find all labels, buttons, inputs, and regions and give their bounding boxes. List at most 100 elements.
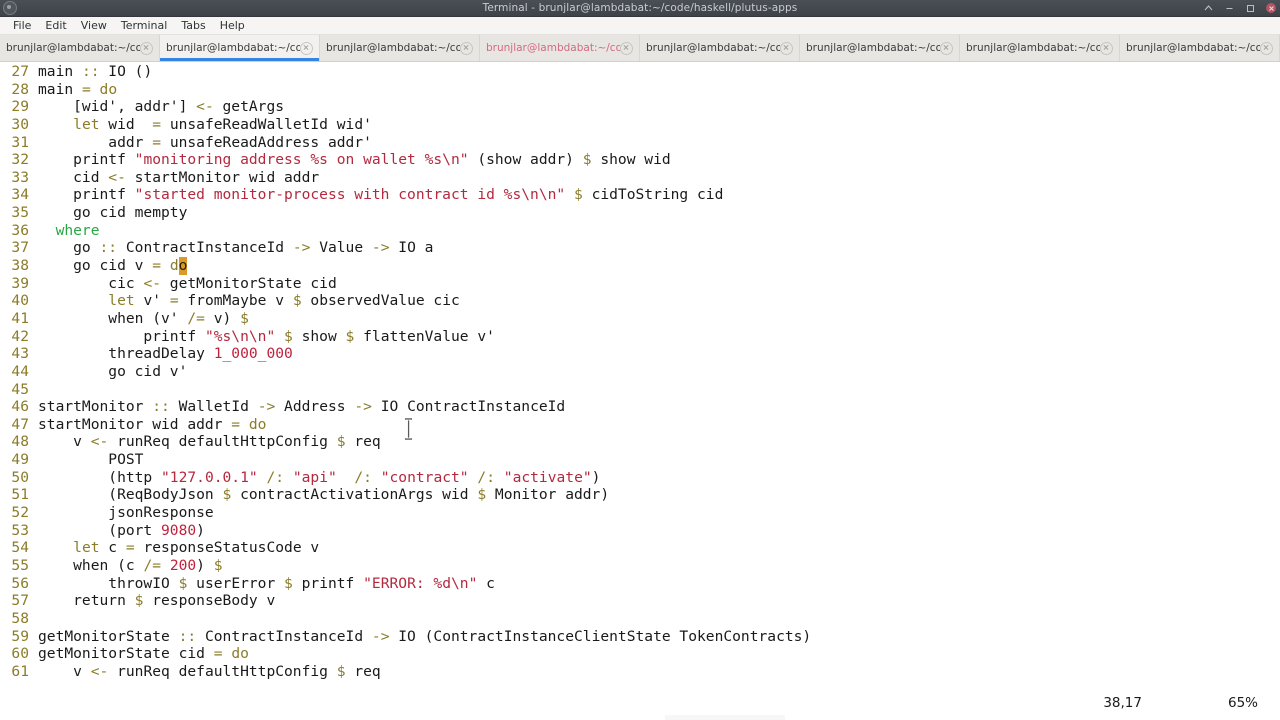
code-line-54: 54 let c = responseStatusCode v bbox=[0, 539, 1280, 557]
line-number: 29 bbox=[11, 98, 29, 116]
menu-file[interactable]: File bbox=[6, 17, 38, 34]
menu-tabs[interactable]: Tabs bbox=[174, 17, 212, 34]
bottom-sliver bbox=[665, 715, 785, 720]
code-line-43: 43 threadDelay 1_000_000 bbox=[0, 345, 1280, 363]
code-line-55: 55 when (c /= 200) $ bbox=[0, 557, 1280, 575]
terminal-tab-2[interactable]: brunjlar@lambdabat:~/co... bbox=[160, 35, 320, 61]
line-number: 34 bbox=[11, 186, 29, 204]
line-number: 33 bbox=[11, 168, 29, 186]
code-line-41: 41 when (v' /= v) $ bbox=[0, 310, 1280, 328]
shade-button[interactable] bbox=[1203, 3, 1214, 14]
line-number: 47 bbox=[11, 415, 29, 433]
code-line-40: 40 let v' = fromMaybe v $ observedValue … bbox=[0, 292, 1280, 310]
code-line-58: 58 bbox=[0, 610, 1280, 628]
line-number: 31 bbox=[11, 133, 29, 151]
status-bar: 38,17 65% bbox=[0, 686, 1280, 720]
code-line-36: 36 where bbox=[0, 222, 1280, 240]
tab-close-icon[interactable] bbox=[780, 41, 793, 55]
line-number: 35 bbox=[11, 204, 29, 222]
code-line-48: 48 v <- runReq defaultHttpConfig $ req bbox=[0, 433, 1280, 451]
code-line-34: 34 printf "started monitor-process with … bbox=[0, 186, 1280, 204]
code-line-57: 57 return $ responseBody v bbox=[0, 592, 1280, 610]
line-number: 28 bbox=[11, 80, 29, 98]
line-number: 39 bbox=[11, 274, 29, 292]
tab-label: brunjlar@lambdabat:~/co... bbox=[1126, 42, 1260, 54]
tab-close-icon[interactable] bbox=[460, 41, 473, 55]
terminal-tab-5[interactable]: brunjlar@lambdabat:~/co... bbox=[640, 35, 800, 61]
line-number: 59 bbox=[11, 627, 29, 645]
code-line-44: 44 go cid v' bbox=[0, 363, 1280, 381]
terminal-icon bbox=[3, 1, 17, 15]
code-line-61: 61 v <- runReq defaultHttpConfig $ req bbox=[0, 663, 1280, 681]
title-bar[interactable]: Terminal - brunjlar@lambdabat:~/code/has… bbox=[0, 0, 1280, 17]
terminal-tab-6[interactable]: brunjlar@lambdabat:~/co... bbox=[800, 35, 960, 61]
line-number: 55 bbox=[11, 556, 29, 574]
code-line-38: 38 go cid v = do bbox=[0, 257, 1280, 275]
menu-help[interactable]: Help bbox=[213, 17, 252, 34]
tab-close-icon[interactable] bbox=[1260, 41, 1273, 55]
code-line-52: 52 jsonResponse bbox=[0, 504, 1280, 522]
minimize-button[interactable] bbox=[1224, 3, 1235, 14]
code-line-49: 49 POST bbox=[0, 451, 1280, 469]
line-number: 42 bbox=[11, 327, 29, 345]
menu-bar: File Edit View Terminal Tabs Help bbox=[0, 17, 1280, 35]
tab-close-icon[interactable] bbox=[140, 41, 153, 55]
line-number: 56 bbox=[11, 574, 29, 592]
tab-close-icon[interactable] bbox=[940, 41, 953, 55]
menu-terminal[interactable]: Terminal bbox=[114, 17, 175, 34]
cursor-position: 38,17 bbox=[1103, 695, 1142, 711]
line-number: 40 bbox=[11, 292, 29, 310]
code-line-56: 56 throwIO $ userError $ printf "ERROR: … bbox=[0, 575, 1280, 593]
line-number: 60 bbox=[11, 645, 29, 663]
window-controls bbox=[1203, 0, 1276, 16]
line-number: 49 bbox=[11, 451, 29, 469]
terminal-tab-7[interactable]: brunjlar@lambdabat:~/co... bbox=[960, 35, 1120, 61]
line-number: 36 bbox=[11, 221, 29, 239]
code-line-33: 33 cid <- startMonitor wid addr bbox=[0, 169, 1280, 187]
line-number: 58 bbox=[11, 609, 29, 627]
tab-label: brunjlar@lambdabat:~/co... bbox=[6, 42, 140, 54]
code-line-45: 45 bbox=[0, 381, 1280, 399]
code-line-42: 42 printf "%s\n\n" $ show $ flattenValue… bbox=[0, 328, 1280, 346]
menu-edit[interactable]: Edit bbox=[38, 17, 73, 34]
code-line-50: 50 (http "127.0.0.1" /: "api" /: "contra… bbox=[0, 469, 1280, 487]
tab-close-icon[interactable] bbox=[620, 41, 633, 55]
tab-close-icon[interactable] bbox=[1100, 41, 1113, 55]
close-button[interactable] bbox=[1266, 3, 1276, 13]
code-line-47: 47 startMonitor wid addr = do bbox=[0, 416, 1280, 434]
line-number: 27 bbox=[11, 63, 29, 80]
line-number: 50 bbox=[11, 468, 29, 486]
code-line-35: 35 go cid mempty bbox=[0, 204, 1280, 222]
terminal-tab-4[interactable]: brunjlar@lambdabat:~/co... bbox=[480, 35, 640, 61]
code-line-46: 46 startMonitor :: WalletId -> Address ->… bbox=[0, 398, 1280, 416]
tab-label: brunjlar@lambdabat:~/co... bbox=[166, 42, 300, 54]
line-number: 37 bbox=[11, 239, 29, 257]
tab-label: brunjlar@lambdabat:~/co... bbox=[486, 42, 620, 54]
code-line-59: 59 getMonitorState :: ContractInstanceId … bbox=[0, 628, 1280, 646]
line-number: 48 bbox=[11, 433, 29, 451]
terminal-content[interactable]: 27 main :: IO () 28 main = do 29 [wid', addr… bbox=[0, 62, 1280, 686]
tab-label: brunjlar@lambdabat:~/co... bbox=[326, 42, 460, 54]
code-line-60: 60 getMonitorState cid = do bbox=[0, 645, 1280, 663]
scroll-percent: 65% bbox=[1227, 695, 1258, 711]
window-title: Terminal - brunjlar@lambdabat:~/code/has… bbox=[482, 2, 798, 14]
line-number: 61 bbox=[11, 662, 29, 680]
code-line-32: 32 printf "monitoring address %s on wall… bbox=[0, 151, 1280, 169]
menu-view[interactable]: View bbox=[74, 17, 114, 34]
code-line-29: 29 [wid', addr'] <- getArgs bbox=[0, 98, 1280, 116]
maximize-button[interactable] bbox=[1245, 3, 1256, 14]
tab-label: brunjlar@lambdabat:~/co... bbox=[646, 42, 780, 54]
tab-label: brunjlar@lambdabat:~/co... bbox=[806, 42, 940, 54]
terminal-tab-8[interactable]: brunjlar@lambdabat:~/co... bbox=[1120, 35, 1280, 61]
terminal-tab-3[interactable]: brunjlar@lambdabat:~/co... bbox=[320, 35, 480, 61]
code-line-27: 27 main :: IO () bbox=[0, 63, 1280, 81]
line-number: 53 bbox=[11, 521, 29, 539]
line-number: 41 bbox=[11, 309, 29, 327]
line-number: 52 bbox=[11, 504, 29, 522]
tab-label: brunjlar@lambdabat:~/co... bbox=[966, 42, 1100, 54]
code-line-39: 39 cic <- getMonitorState cid bbox=[0, 275, 1280, 293]
terminal-tab-1[interactable]: brunjlar@lambdabat:~/co... bbox=[0, 35, 160, 61]
tab-close-icon[interactable] bbox=[300, 41, 313, 55]
line-number: 30 bbox=[11, 115, 29, 133]
line-number: 43 bbox=[11, 345, 29, 363]
